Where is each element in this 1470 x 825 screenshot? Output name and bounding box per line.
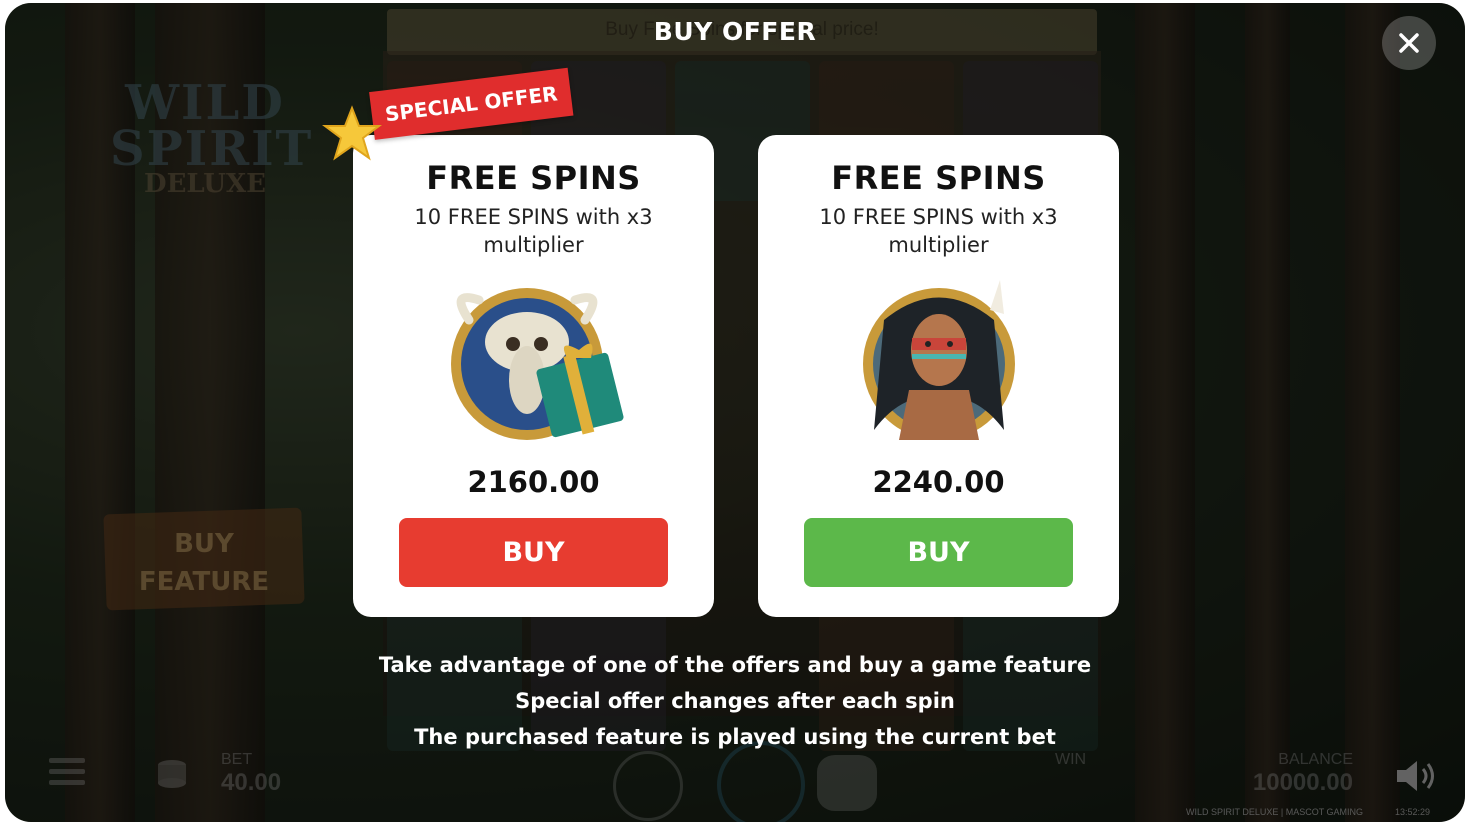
offer-title: FREE SPINS [831,159,1046,197]
offer-title: FREE SPINS [426,159,641,197]
buffalo-skull-gift-icon [450,288,624,440]
offer-card-2: FREE SPINS 10 FREE SPINS with x3 multipl… [758,135,1119,617]
offer-description: 10 FREE SPINS with x3 multiplier [819,205,1058,257]
info-line-2: Special offer changes after each spin [515,689,955,713]
modal-title: BUY OFFER [653,17,817,46]
buy-button-offer-2[interactable]: BUY [804,518,1073,587]
buy-button-offer-1[interactable]: BUY [399,518,668,587]
offer-price: 2240.00 [872,465,1005,499]
close-icon [1399,33,1419,53]
offer-description: 10 FREE SPINS with x3 multiplier [414,205,653,257]
offer-card-1: FREE SPINS 10 FREE SPINS with x3 multipl… [353,135,714,617]
close-button[interactable] [1382,16,1436,70]
star-icon [322,105,382,161]
info-line-3: The purchased feature is played using th… [414,725,1056,749]
info-line-1: Take advantage of one of the offers and … [378,653,1092,677]
offer-price: 2160.00 [467,465,600,499]
warrior-portrait-icon [862,280,1015,440]
